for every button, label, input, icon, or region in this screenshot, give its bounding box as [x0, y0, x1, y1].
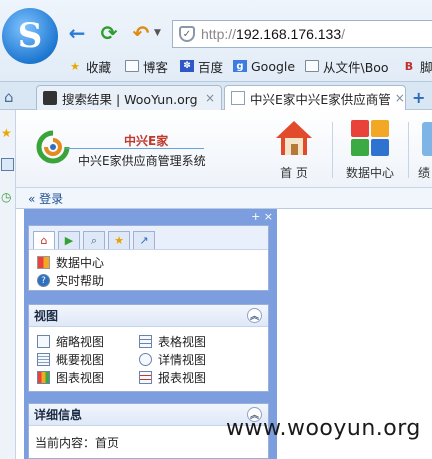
bookmark-favorites[interactable]: ★ 收藏	[68, 56, 111, 76]
nav-data-center[interactable]: 数据中心	[342, 118, 398, 184]
app-header: 中兴E家 中兴E家供应商管理系统 首 页 数据中心 绩	[16, 110, 432, 188]
thumbnail-view-icon	[37, 335, 50, 348]
page-icon	[231, 91, 245, 105]
tab-zte-supplier[interactable]: 中兴E家中兴E家供应商管 ×	[224, 85, 406, 110]
login-link[interactable]: « 登录	[16, 188, 432, 209]
bookmark-brand[interactable]: B 脚	[402, 56, 432, 76]
table-view-icon	[139, 335, 152, 348]
star-icon: ★	[70, 59, 80, 73]
summary-view-icon	[37, 353, 50, 366]
nav-divider	[408, 122, 409, 178]
collapse-icon[interactable]: ︽	[247, 308, 262, 323]
nav-divider	[332, 122, 333, 178]
browser-toolbar: S ← ⟳ ↶ ▼ ✓ http://192.168.176.133/ ★ 收藏…	[0, 0, 432, 82]
back-arrow-icon[interactable]: ←	[66, 21, 88, 45]
view-thumbnail[interactable]: 缩略视图	[37, 333, 104, 350]
view-box: 视图 ︽ 缩略视图 表格视图 概要视图 详情视图 图表视图 报表视图	[28, 304, 269, 392]
star-icon[interactable]: ★	[1, 126, 14, 140]
quick-box: ⌂ ▶ ⌕ ★ ↗ 数据中心 ? 实时帮助	[28, 225, 269, 291]
google-icon: g	[233, 60, 247, 72]
browser-sidebar: ★ ◷	[0, 110, 16, 459]
page-thumbnail-icon	[43, 91, 57, 105]
url-path: /	[341, 26, 346, 42]
bookmark-google[interactable]: g Google	[233, 56, 295, 76]
search-icon[interactable]: ⌕	[83, 231, 105, 249]
home-icon[interactable]: ⌂	[4, 88, 14, 106]
refresh-icon[interactable]: ⟳	[98, 21, 120, 45]
close-icon[interactable]: ×	[201, 91, 215, 105]
view-detail[interactable]: 详情视图	[139, 351, 206, 368]
view-chart[interactable]: 图表视图	[37, 369, 104, 386]
monitor-icon[interactable]	[1, 158, 14, 171]
chart-view-icon	[37, 371, 50, 384]
brand-b-icon: B	[404, 59, 414, 73]
brand-title: 中兴E家	[124, 134, 169, 148]
current-content: 当前内容：首页	[35, 436, 120, 450]
star-icon[interactable]: ★	[108, 231, 130, 249]
browser-logo-icon: S	[2, 8, 58, 64]
bookmark-baidu[interactable]: ✽ 百度	[180, 56, 223, 76]
play-icon[interactable]: ▶	[58, 231, 80, 249]
grid-icon	[351, 120, 389, 156]
url-protocol: http://	[201, 26, 237, 42]
detail-view-icon	[139, 353, 152, 366]
tab-wooyun[interactable]: 搜索结果 | WooYun.org ×	[36, 85, 222, 110]
bookmark-folder-file[interactable]: 从文件\Boo	[305, 56, 389, 76]
watermark: www.wooyun.org	[226, 416, 421, 441]
nav-performance[interactable]: 绩	[416, 118, 432, 184]
mini-tab-strip: ⌂ ▶ ⌕ ★ ↗	[29, 226, 268, 250]
quick-data-center[interactable]: 数据中心	[37, 254, 104, 271]
close-icon[interactable]: ×	[391, 91, 405, 105]
arrow-up-right-icon[interactable]: ↗	[133, 231, 155, 249]
brand-subtitle: 中兴E家供应商管理系统	[78, 154, 206, 168]
undo-icon[interactable]: ↶	[130, 21, 152, 45]
quick-help[interactable]: ? 实时帮助	[37, 272, 104, 289]
bottle-icon	[422, 122, 432, 156]
clock-icon[interactable]: ◷	[1, 190, 14, 204]
paw-icon: ✽	[180, 60, 194, 72]
folder-icon	[125, 60, 139, 72]
view-table[interactable]: 表格视图	[139, 333, 206, 350]
new-tab-button[interactable]: +	[412, 88, 425, 107]
url-host: 192.168.176.133	[236, 26, 342, 42]
panel-tools[interactable]: + ×	[251, 210, 273, 223]
address-bar[interactable]: ✓ http://192.168.176.133/	[172, 20, 432, 48]
brand-divider	[66, 148, 204, 149]
grid-color-icon	[37, 256, 50, 269]
home-icon[interactable]: ⌂	[33, 231, 55, 249]
tab-bar: ⌂ 搜索结果 | WooYun.org × 中兴E家中兴E家供应商管 × +	[0, 82, 432, 110]
folder-icon	[305, 60, 319, 72]
view-box-header: 视图 ︽	[29, 305, 268, 327]
report-view-icon	[139, 371, 152, 384]
bookmark-blog[interactable]: 博客	[125, 56, 168, 76]
view-summary[interactable]: 概要视图	[37, 351, 104, 368]
brand-logo-icon	[36, 130, 70, 164]
view-report[interactable]: 报表视图	[139, 369, 206, 386]
nav-home[interactable]: 首 页	[266, 118, 322, 184]
help-icon: ?	[37, 274, 50, 287]
shield-icon: ✓	[179, 26, 195, 42]
house-icon	[276, 121, 312, 155]
undo-dropdown-icon[interactable]: ▼	[154, 28, 161, 38]
